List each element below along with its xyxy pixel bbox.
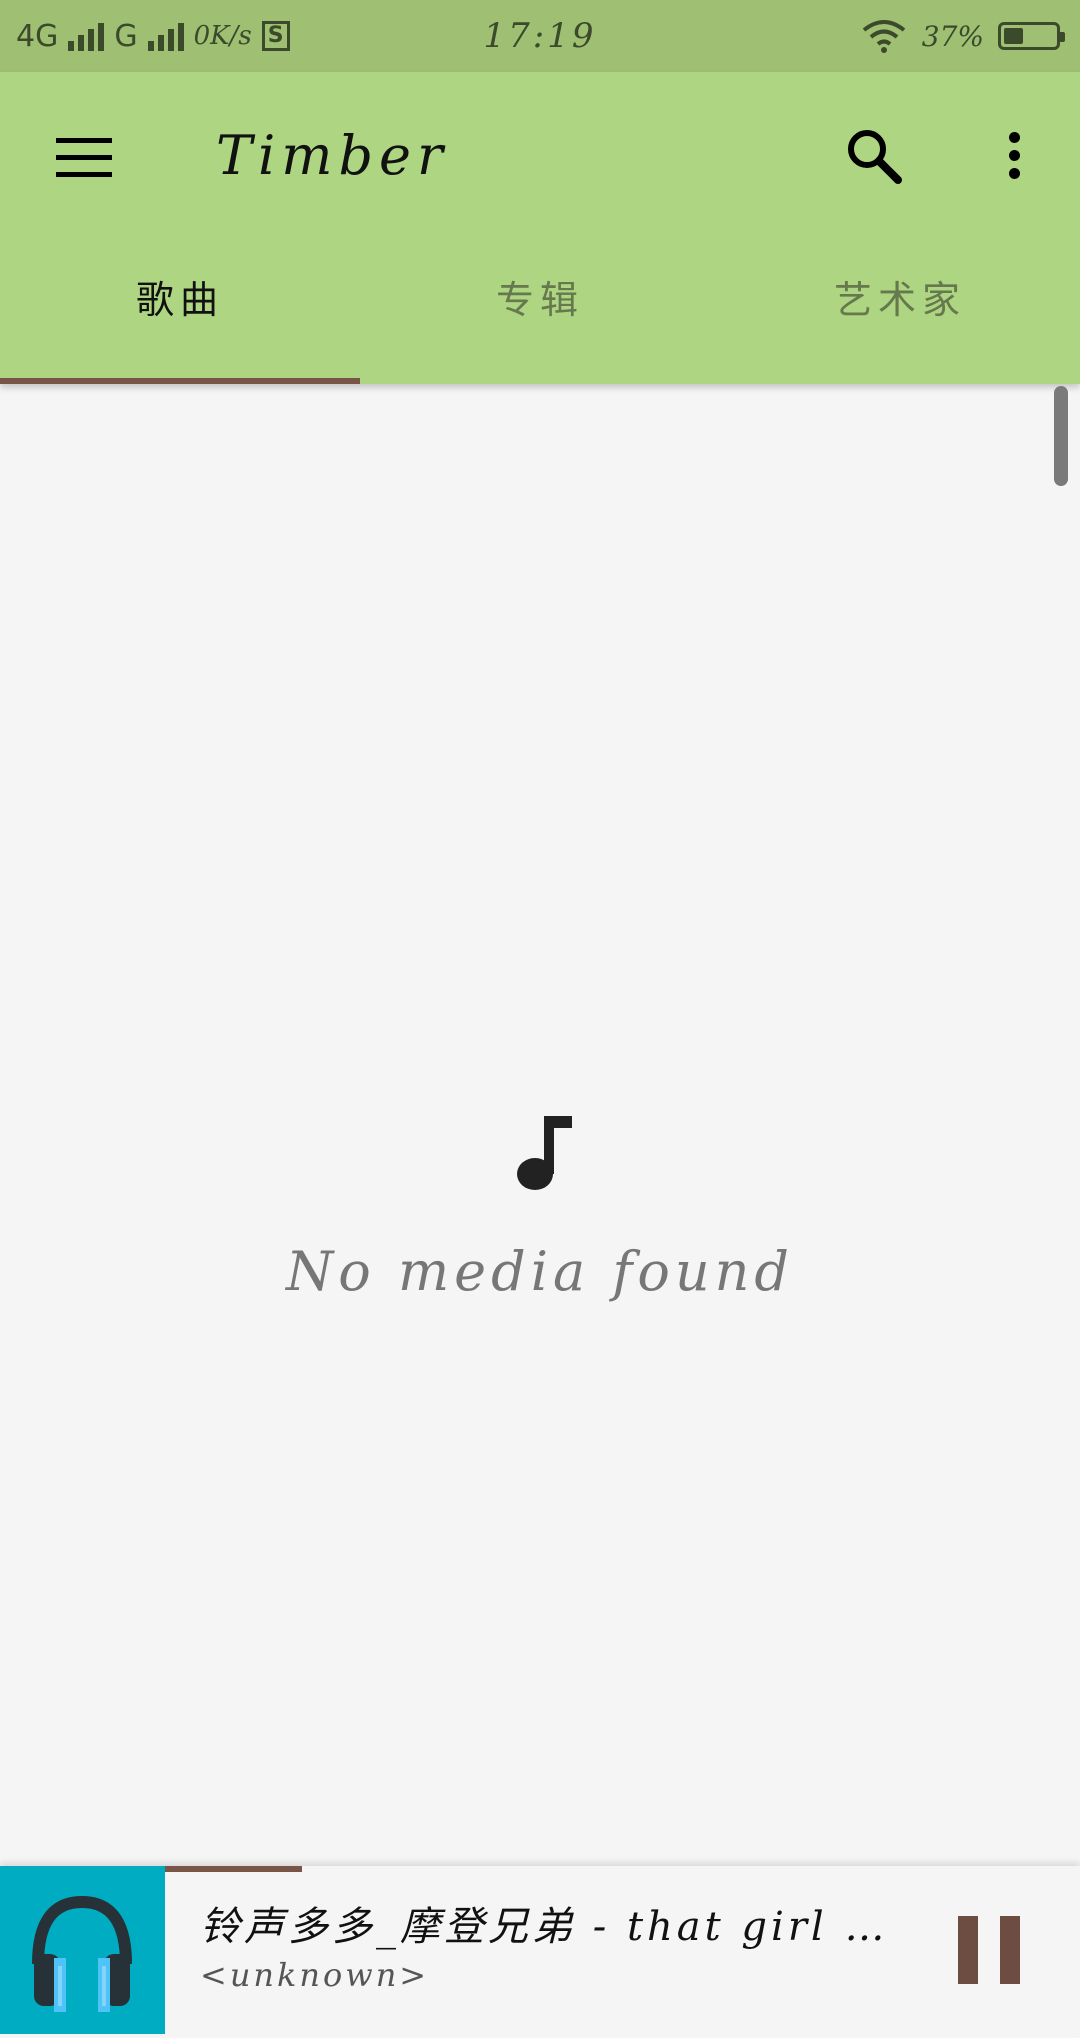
now-playing-artist: <unknown>	[200, 1956, 430, 1994]
now-playing-title: 铃声多多_摩登兄弟 - that girl …	[200, 1904, 889, 1950]
tab-indicator	[0, 378, 360, 384]
playback-progress	[165, 1866, 302, 1872]
tab-songs[interactable]: 歌曲	[0, 240, 360, 384]
battery-icon	[998, 22, 1065, 50]
status-bar: 4G G 0K/s S 17:19 37%	[0, 0, 1080, 72]
app-title: Timber	[216, 124, 449, 187]
search-icon[interactable]	[842, 124, 906, 188]
tab-artists[interactable]: 艺术家	[720, 240, 1080, 384]
battery-fill	[1004, 28, 1023, 44]
wifi-icon	[862, 20, 906, 53]
more-vert-icon[interactable]	[990, 124, 1040, 188]
tab-bar: 歌曲 专辑 艺术家	[0, 240, 1080, 384]
music-note-icon	[517, 1116, 572, 1190]
battery-percent: 37%	[921, 19, 984, 53]
scrollbar-thumb[interactable]	[1054, 386, 1068, 486]
now-playing-bar[interactable]: 铃声多多_摩登兄弟 - that girl … <unknown>	[0, 1866, 1080, 2034]
pause-icon[interactable]	[958, 1916, 1020, 1984]
empty-message: No media found	[286, 1240, 794, 1303]
hamburger-menu-icon[interactable]	[56, 138, 112, 178]
tab-albums[interactable]: 专辑	[360, 240, 720, 384]
album-art[interactable]	[0, 1866, 165, 2034]
status-right: 37%	[860, 0, 1065, 72]
app-bar: Timber 歌曲 专辑 艺术家	[0, 72, 1080, 384]
headphones-icon	[32, 1895, 132, 2012]
